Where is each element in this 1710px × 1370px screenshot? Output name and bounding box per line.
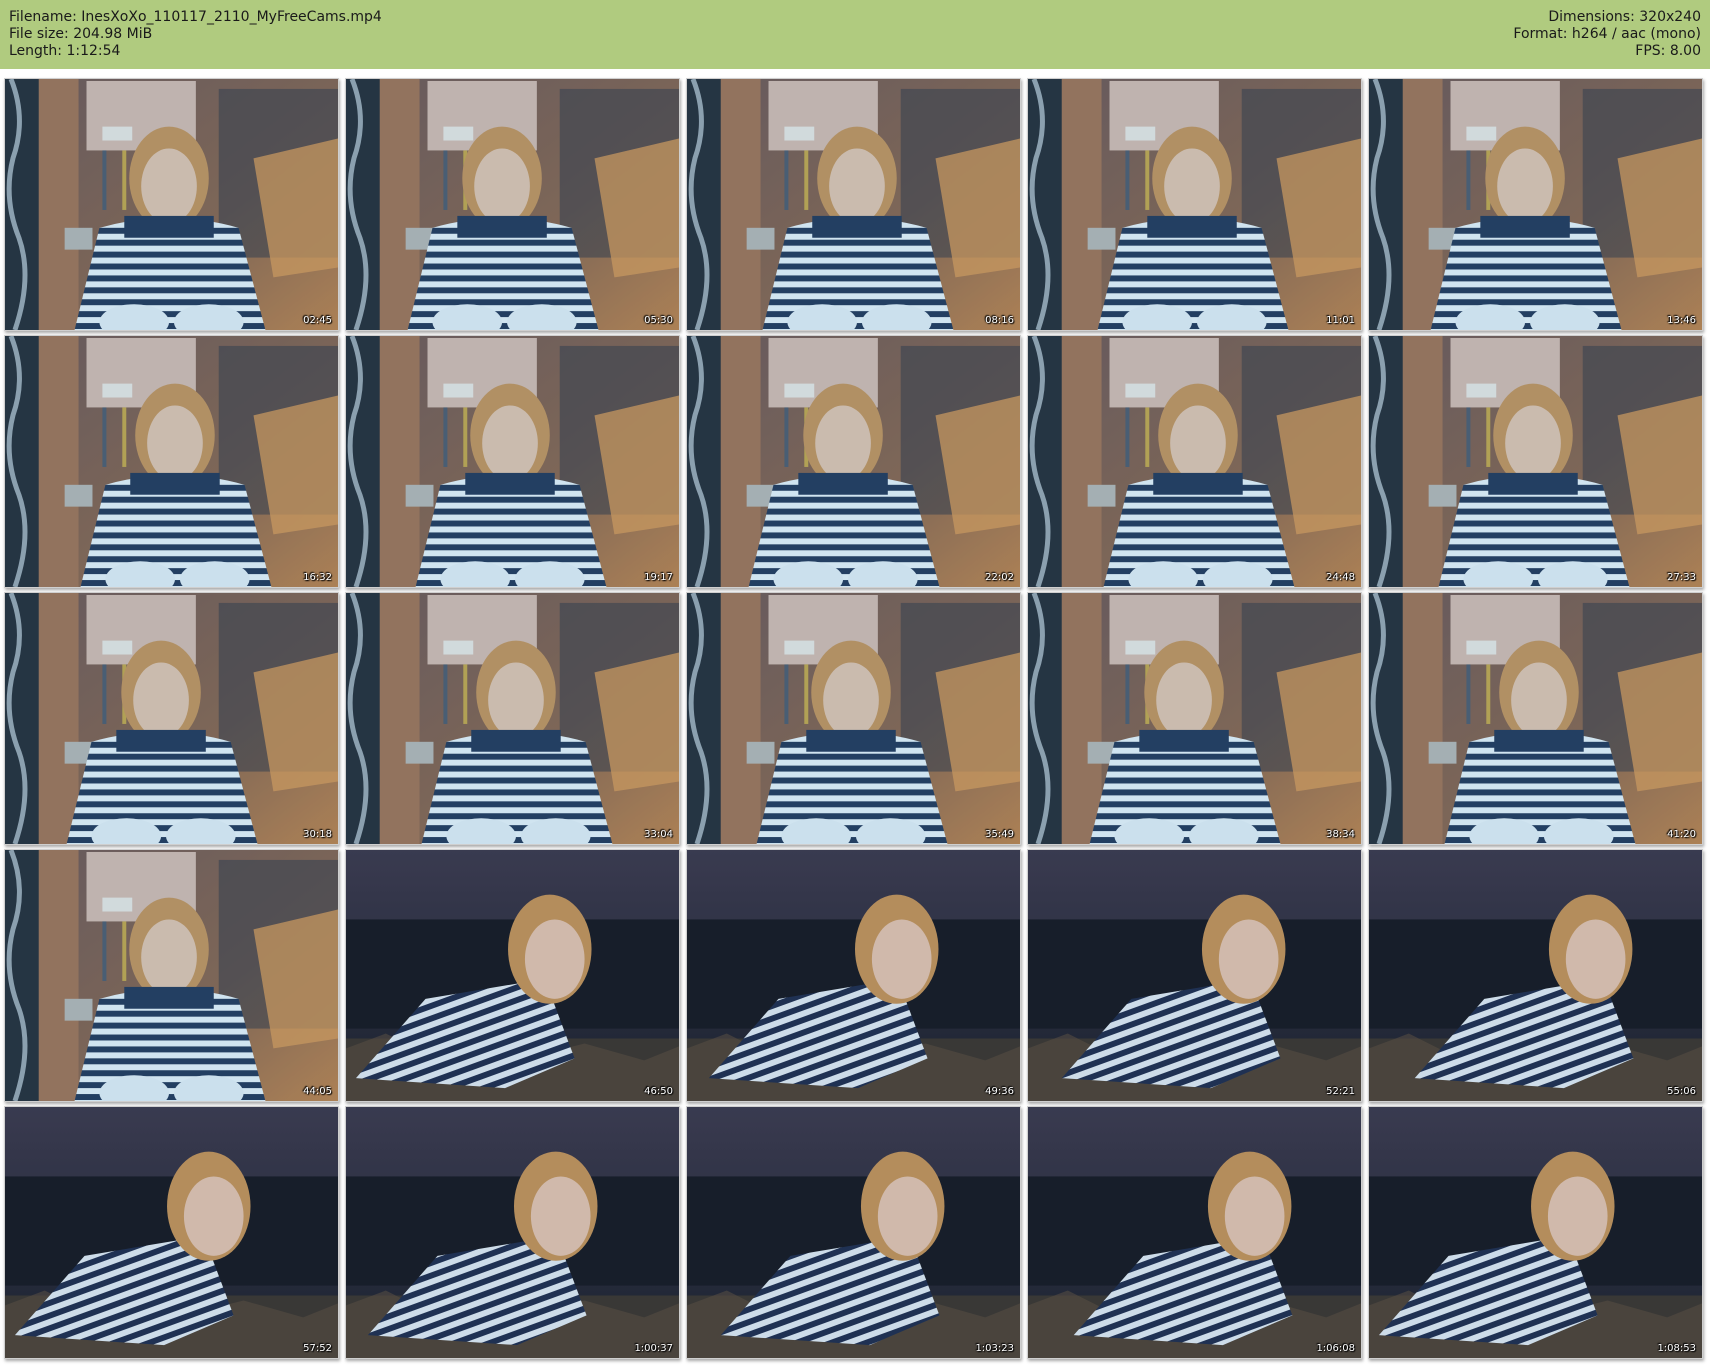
video-frame-image bbox=[346, 850, 679, 1101]
video-frame-image bbox=[1369, 336, 1702, 587]
video-frame-image bbox=[346, 79, 679, 330]
video-thumbnail: 05:30 bbox=[345, 78, 680, 331]
thumbnail-timestamp: 1:06:08 bbox=[1316, 1343, 1355, 1354]
thumbnail-timestamp: 57:52 bbox=[303, 1343, 332, 1354]
filesize-label: File size: 204.98 MiB bbox=[9, 26, 153, 42]
video-thumbnail: 44:05 bbox=[4, 849, 339, 1102]
video-frame-image bbox=[1369, 1107, 1702, 1358]
thumbnail-timestamp: 35:49 bbox=[985, 829, 1014, 840]
thumbnail-timestamp: 1:08:53 bbox=[1657, 1343, 1696, 1354]
video-frame-image bbox=[1369, 593, 1702, 844]
thumbnail-timestamp: 24:48 bbox=[1326, 572, 1355, 583]
video-frame-image bbox=[1028, 79, 1361, 330]
video-thumbnail: 13:46 bbox=[1368, 78, 1703, 331]
thumbnail-timestamp: 33:04 bbox=[644, 829, 673, 840]
thumbnail-timestamp: 30:18 bbox=[303, 829, 332, 840]
fps-label: FPS: 8.00 bbox=[1635, 43, 1701, 59]
filename-label: Filename: InesXoXo_110117_2110_MyFreeCam… bbox=[9, 9, 382, 25]
video-frame-image bbox=[5, 593, 338, 844]
info-header: Filename: InesXoXo_110117_2110_MyFreeCam… bbox=[0, 0, 1710, 69]
video-thumbnail: 02:45 bbox=[4, 78, 339, 331]
video-thumbnail: 46:50 bbox=[345, 849, 680, 1102]
video-thumbnail: 19:17 bbox=[345, 335, 680, 588]
video-thumbnail: 30:18 bbox=[4, 592, 339, 845]
length-label: Length: 1:12:54 bbox=[9, 43, 121, 59]
thumbnail-timestamp: 55:06 bbox=[1667, 1086, 1696, 1097]
video-thumbnail: 38:34 bbox=[1027, 592, 1362, 845]
video-thumbnail: 35:49 bbox=[686, 592, 1021, 845]
video-frame-image bbox=[1028, 850, 1361, 1101]
video-frame-image bbox=[5, 850, 338, 1101]
video-frame-image bbox=[1028, 593, 1361, 844]
thumbnail-timestamp: 1:03:23 bbox=[975, 1343, 1014, 1354]
thumbnail-timestamp: 44:05 bbox=[303, 1086, 332, 1097]
video-thumbnail: 41:20 bbox=[1368, 592, 1703, 845]
video-thumbnail: 27:33 bbox=[1368, 335, 1703, 588]
video-frame-image bbox=[1028, 336, 1361, 587]
video-thumbnail: 08:16 bbox=[686, 78, 1021, 331]
video-thumbnail: 52:21 bbox=[1027, 849, 1362, 1102]
video-thumbnail: 33:04 bbox=[345, 592, 680, 845]
thumbnail-timestamp: 41:20 bbox=[1667, 829, 1696, 840]
video-frame-image bbox=[1369, 850, 1702, 1101]
video-thumbnail: 1:08:53 bbox=[1368, 1106, 1703, 1359]
dimensions-label: Dimensions: 320x240 bbox=[1548, 9, 1701, 25]
video-thumbnail: 1:06:08 bbox=[1027, 1106, 1362, 1359]
video-frame-image bbox=[346, 336, 679, 587]
video-frame-image bbox=[5, 336, 338, 587]
thumbnail-timestamp: 08:16 bbox=[985, 315, 1014, 326]
video-frame-image bbox=[687, 850, 1020, 1101]
thumbnail-timestamp: 22:02 bbox=[985, 572, 1014, 583]
video-thumbnail: 22:02 bbox=[686, 335, 1021, 588]
video-frame-image bbox=[1028, 1107, 1361, 1358]
thumbnail-timestamp: 38:34 bbox=[1326, 829, 1355, 840]
video-frame-image bbox=[346, 1107, 679, 1358]
thumbnail-timestamp: 13:46 bbox=[1667, 315, 1696, 326]
video-frame-image bbox=[687, 79, 1020, 330]
thumbnail-timestamp: 49:36 bbox=[985, 1086, 1014, 1097]
thumbnail-timestamp: 27:33 bbox=[1667, 572, 1696, 583]
video-thumbnail: 11:01 bbox=[1027, 78, 1362, 331]
video-frame-image bbox=[687, 1107, 1020, 1358]
video-frame-image bbox=[687, 336, 1020, 587]
video-thumbnail: 57:52 bbox=[4, 1106, 339, 1359]
thumbnail-timestamp: 19:17 bbox=[644, 572, 673, 583]
video-thumbnail: 16:32 bbox=[4, 335, 339, 588]
thumbnail-timestamp: 16:32 bbox=[303, 572, 332, 583]
thumbnail-timestamp: 46:50 bbox=[644, 1086, 673, 1097]
video-frame-image bbox=[1369, 79, 1702, 330]
stream-info: Dimensions: 320x240 Format: h264 / aac (… bbox=[1513, 9, 1701, 60]
video-frame-image bbox=[5, 1107, 338, 1358]
thumbnail-timestamp: 1:00:37 bbox=[634, 1343, 673, 1354]
format-label: Format: h264 / aac (mono) bbox=[1513, 26, 1701, 42]
video-thumbnail: 1:03:23 bbox=[686, 1106, 1021, 1359]
video-frame-image bbox=[5, 79, 338, 330]
thumbnail-timestamp: 52:21 bbox=[1326, 1086, 1355, 1097]
video-thumbnail: 1:00:37 bbox=[345, 1106, 680, 1359]
video-thumbnail: 55:06 bbox=[1368, 849, 1703, 1102]
thumbnail-timestamp: 05:30 bbox=[644, 315, 673, 326]
thumbnail-timestamp: 02:45 bbox=[303, 315, 332, 326]
video-frame-image bbox=[346, 593, 679, 844]
video-frame-image bbox=[687, 593, 1020, 844]
thumbnail-timestamp: 11:01 bbox=[1326, 315, 1355, 326]
file-info: Filename: InesXoXo_110117_2110_MyFreeCam… bbox=[9, 9, 382, 60]
video-thumbnail: 24:48 bbox=[1027, 335, 1362, 588]
video-thumbnail: 49:36 bbox=[686, 849, 1021, 1102]
thumbnail-grid: 02:45 05:30 08:16 11:01 13:46 16:32 19:17 22:02… bbox=[4, 78, 1706, 1359]
